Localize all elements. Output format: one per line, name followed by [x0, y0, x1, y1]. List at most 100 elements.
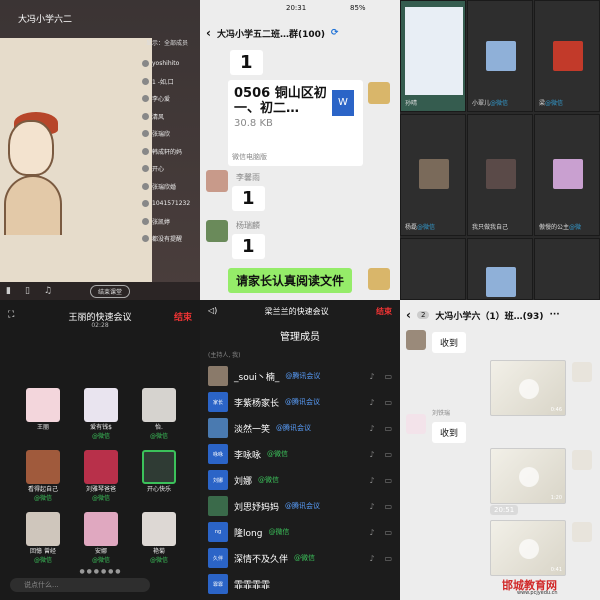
participant-tile[interactable]: 安娜 @微信 [82, 512, 120, 566]
avatar[interactable] [406, 330, 426, 350]
avatar[interactable] [368, 82, 390, 104]
video-tile[interactable]: 小翠儿@微信 [467, 0, 533, 112]
message-bubble: 收到 [432, 332, 467, 353]
video-message[interactable]: 0:46 [490, 360, 566, 416]
member-item[interactable]: 清风 [142, 108, 200, 126]
status-time: 20:31 [286, 4, 307, 12]
member-item[interactable]: 张瑞欣 [142, 125, 200, 143]
member-item[interactable]: 1 -如,口 [142, 73, 200, 91]
back-icon[interactable]: ‹ [406, 308, 411, 322]
camera-icon: ▭ [384, 397, 392, 407]
video-message[interactable]: 1:20 [490, 448, 566, 504]
file-card[interactable]: 0506 铜山区初一、初二… 30.8 KB W 微信电脑版 [228, 80, 363, 166]
member-item[interactable]: yoshihito [142, 55, 200, 73]
avatar[interactable] [368, 268, 390, 290]
unread-badge: 2 [416, 311, 430, 319]
battery-level: 85% [350, 4, 366, 12]
avatar[interactable] [406, 414, 426, 434]
meeting-title: 梁兰兰的快速会议 [264, 307, 329, 316]
avatar [486, 41, 516, 71]
avatar [208, 366, 228, 386]
participant-tile[interactable]: 怡. @微信 [140, 388, 178, 442]
volume-icon[interactable]: ◁) [208, 306, 217, 317]
participant-tile[interactable]: 王丽 [24, 388, 62, 442]
member-item[interactable]: 韩成轩的妈 [142, 143, 200, 161]
member-row[interactable]: 家长 李紫杨家长 @腾讯会议 ♪ ▭ [208, 390, 392, 414]
video-tile[interactable]: 梁@微信 [534, 0, 600, 112]
member-list: yoshihito 1 -如,口 李心爱 清风 张瑞欣 韩成轩的妈 开心 张瑞欣… [142, 55, 200, 248]
classroom-title: 大冯小学六二 [18, 15, 73, 25]
video-tile[interactable] [467, 238, 533, 300]
member-item[interactable]: 张瑞欣婚 [142, 178, 200, 196]
sender-name: 刘铁瑞 [432, 410, 451, 417]
group-chat-panel: 20:31 85% ‹ 大冯小学五二班…群(100) ⟳ 1 0506 铜山区初… [200, 0, 400, 300]
more-icon[interactable]: ··· [549, 310, 559, 320]
video-tile[interactable]: 我只做我自己 [467, 114, 533, 236]
page-indicator: ● ● ● ● ● ● [79, 568, 121, 575]
mic-icon: ♪ [369, 371, 375, 381]
video-tile[interactable]: 傲慢的公主@微 [534, 114, 600, 236]
participant-tile[interactable]: 开心快乐 [140, 450, 178, 504]
avatar[interactable] [206, 170, 228, 192]
mic-icon: ♪ [369, 475, 375, 485]
video-grid-panel: 孙晴 小翠儿@微信 梁@微信 杨磊@微信 我只做我自己 傲慢的公主@微 [400, 0, 600, 300]
mic-icon[interactable]: ▮ [6, 286, 11, 296]
chat-input[interactable]: 说点什么... [10, 578, 150, 592]
back-icon[interactable]: ‹ [206, 26, 211, 40]
camera-icon: ▭ [384, 527, 392, 537]
board-icon[interactable]: ▯ [25, 286, 30, 296]
member-row[interactable]: 霏霏 霏霏霏霏 [208, 572, 392, 596]
end-button[interactable]: 结束 [376, 306, 392, 317]
member-item[interactable]: 李心爱 [142, 90, 200, 108]
group-icon[interactable]: ⟳ [331, 28, 339, 38]
member-row[interactable]: 久伴 深情不及久伴 @微信 ♪ ▭ [208, 546, 392, 570]
play-icon [519, 467, 539, 487]
member-row[interactable]: 淡然一笑 @腾讯会议 ♪ ▭ [208, 416, 392, 440]
avatar[interactable] [572, 362, 592, 382]
end-class-button[interactable]: 结束课堂 [90, 285, 131, 298]
member-item[interactable]: 1041571232 [142, 195, 200, 213]
video-tile[interactable]: 杨磊@微信 [400, 114, 466, 236]
avatar: 刘娜 [208, 470, 228, 490]
member-item[interactable]: 张凯婷 [142, 213, 200, 231]
video-tile[interactable]: 孙晴 [400, 0, 466, 112]
avatar [84, 512, 118, 546]
camera-icon: ▭ [384, 475, 392, 485]
member-row[interactable]: ng 隆long @微信 ♪ ▭ [208, 520, 392, 544]
member-row[interactable]: _soui丶楠_ @腾讯会议 ♪ ▭ [208, 364, 392, 388]
camera-icon: ▭ [384, 371, 392, 381]
host-label: (主持人, 我) [208, 352, 241, 359]
video-tile[interactable] [400, 238, 466, 300]
mic-icon: ♪ [369, 423, 375, 433]
member-item[interactable]: 开心 [142, 160, 200, 178]
avatar [553, 41, 583, 71]
participant-tile[interactable]: 刘雅琴爸爸 @微信 [82, 450, 120, 504]
sender-name: 杨瑞麟 [236, 221, 260, 230]
video-tile[interactable] [534, 238, 600, 300]
member-row[interactable]: 刘娜 刘娜 @微信 ♪ ▭ [208, 468, 392, 492]
avatar: 久伴 [208, 548, 228, 568]
member-row[interactable]: 刘思妤妈妈 @腾讯会议 ♪ ▭ [208, 494, 392, 518]
mic-icon: ♪ [369, 501, 375, 511]
chat-title: 大冯小学六（1）班…(93) [435, 311, 544, 322]
member-item[interactable]: 都没有提醒 [142, 230, 200, 248]
video-message[interactable]: 0:41 [490, 520, 566, 576]
play-icon [519, 539, 539, 559]
classroom-panel: 大冯小学六二 显示：全部成员 yoshihito 1 -如,口 李心爱 清风 张… [0, 0, 200, 300]
show-filter[interactable]: 显示：全部成员 [146, 38, 188, 47]
avatar[interactable] [206, 220, 228, 242]
participant-tile[interactable]: 看得起自己 @微信 [24, 450, 62, 504]
participant-tile[interactable]: 爱有钱$ @微信 [82, 388, 120, 442]
avatar [553, 159, 583, 189]
avatar [26, 512, 60, 546]
camera-icon: ▭ [384, 449, 392, 459]
avatar [84, 388, 118, 422]
member-row[interactable]: 咏咏 李咏咏 @微信 ♪ ▭ [208, 442, 392, 466]
meeting-duration: 02:28 [91, 322, 109, 329]
avatar[interactable] [572, 522, 592, 542]
participant-tile[interactable]: 回憶 曾经 @微信 [24, 512, 62, 566]
avatar[interactable] [572, 450, 592, 470]
music-icon[interactable]: ♫ [44, 286, 52, 296]
cartoon-body [4, 175, 62, 235]
participant-tile[interactable]: 艳菊 @微信 [140, 512, 178, 566]
